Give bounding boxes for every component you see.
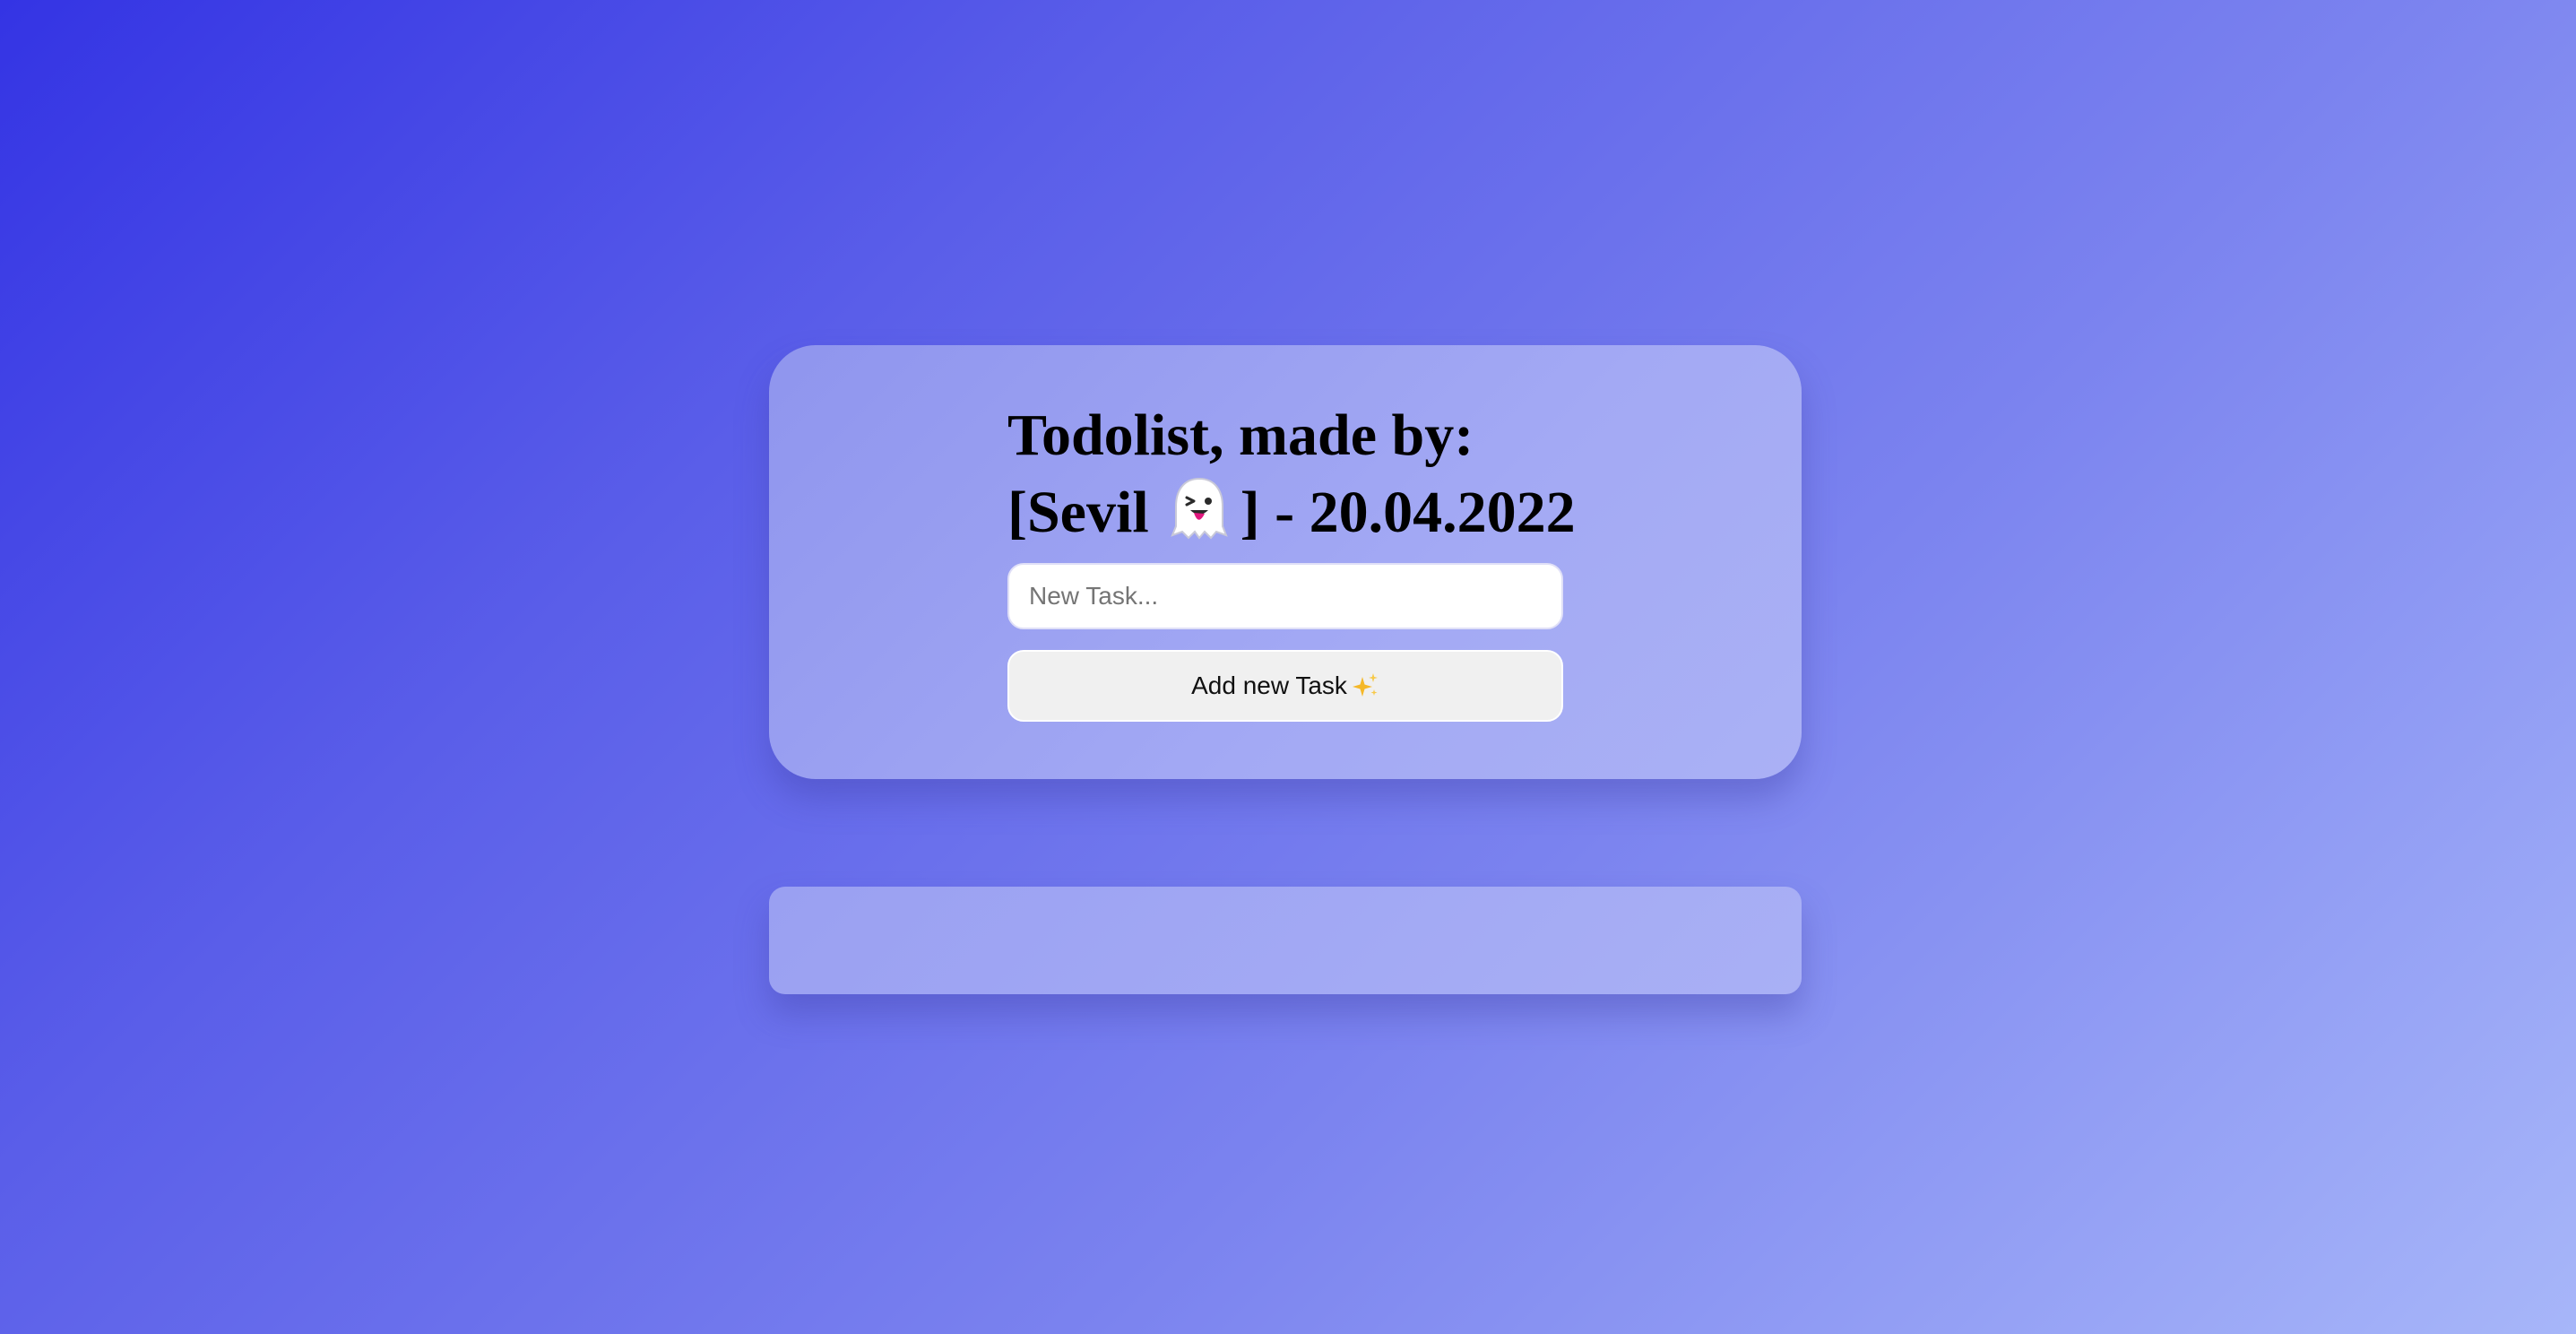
title-line-1: Todolist, made by: (1007, 403, 1474, 468)
add-button-label: Add new Task (1191, 671, 1347, 699)
task-list (769, 887, 1802, 994)
ghost-icon (1169, 476, 1230, 541)
new-task-input[interactable] (1007, 563, 1563, 629)
todo-card: Todolist, made by: [Sevil ] - 20.04.2022… (769, 345, 1802, 779)
page-title: Todolist, made by: [Sevil ] - 20.04.2022 (1007, 397, 1576, 551)
title-line-2: [Sevil ] - 20.04.2022 (1007, 474, 1576, 551)
author-name: [Sevil (1007, 480, 1149, 545)
title-suffix: ] - 20.04.2022 (1240, 480, 1576, 545)
sparkles-icon (1351, 671, 1379, 700)
add-new-task-button[interactable]: Add new Task (1007, 650, 1563, 722)
